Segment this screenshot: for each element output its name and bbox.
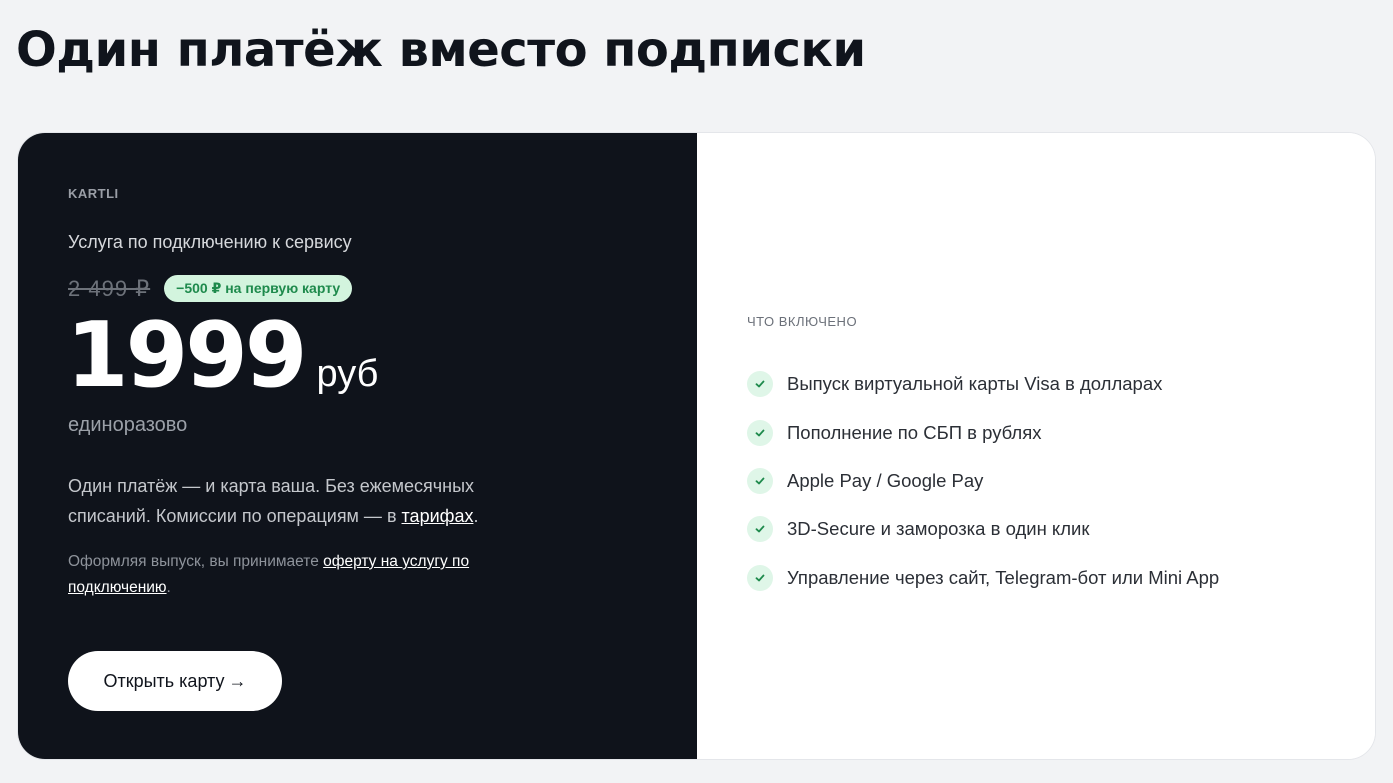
pricing-panel: KARTLI Услуга по подключению к сервису 2… [18,133,697,759]
feature-item: Apple Pay / Google Pay [747,457,1219,505]
feature-label: Выпуск виртуальной карты Visa в долларах [787,373,1163,395]
check-icon [747,516,773,543]
included-title: ЧТО ВКЛЮЧЕНО [747,314,858,329]
tariffs-link[interactable]: тарифах [402,506,474,526]
price-unit: руб [316,353,379,395]
feature-label: 3D-Secure и заморозка в один клик [787,518,1090,540]
open-card-button-label: Открыть карту [103,670,225,691]
check-icon [747,564,773,591]
feature-label: Пополнение по СБП в рублях [787,421,1042,443]
feature-item: Выпуск виртуальной карты Visa в долларах [747,360,1219,408]
check-icon [747,371,773,398]
open-card-button[interactable]: Открыть карту → [68,651,282,711]
feature-label: Apple Pay / Google Pay [787,469,984,491]
description-end: . [473,506,479,526]
description: Один платёж — и карта ваша. Без ежемесяч… [68,471,488,531]
offer-text: Оформляя выпуск, вы принимаете [68,553,324,570]
old-price: 2 499 ₽ [68,275,151,301]
old-price-row: 2 499 ₽ −500 ₽ на первую карту [68,275,353,302]
page-title: Один платёж вместо подписки [16,22,866,78]
price-value: 1999 [66,303,307,408]
arrow-right-icon: → [228,670,247,691]
feature-item: 3D-Secure и заморозка в один клик [747,505,1219,553]
feature-item: Управление через сайт, Telegram-бот или … [747,554,1219,602]
offer-end: . [166,579,171,596]
brand-label: KARTLI [68,186,119,201]
discount-badge: −500 ₽ на первую карту [164,275,353,302]
service-label: Услуга по подключению к сервису [68,232,352,252]
check-icon [747,467,773,494]
pricing-card: KARTLI Услуга по подключению к сервису 2… [17,132,1376,760]
features-list: Выпуск виртуальной карты Visa в долларах… [747,360,1219,602]
included-panel: ЧТО ВКЛЮЧЕНО Выпуск виртуальной карты Vi… [697,133,1375,759]
feature-item: Пополнение по СБП в рублях [747,408,1219,456]
price-row: 1999 руб [66,311,378,401]
check-icon [747,419,773,446]
feature-label: Управление через сайт, Telegram-бот или … [787,566,1220,588]
payment-type: единоразово [68,414,188,436]
offer-notice: Оформляя выпуск, вы принимаете оферту на… [68,549,508,601]
